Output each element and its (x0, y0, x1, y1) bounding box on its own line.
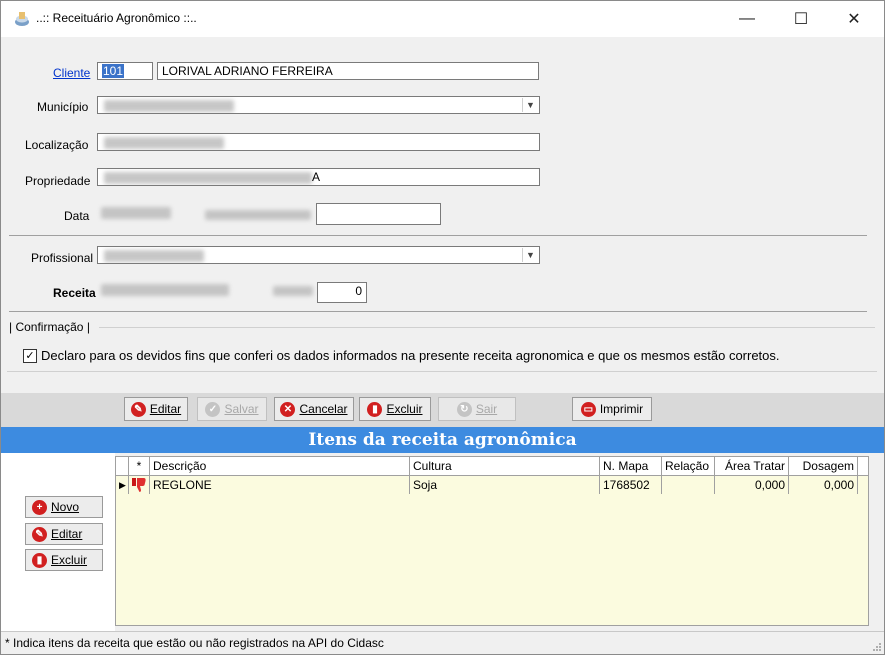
status-bar: * Indica itens da receita que estão ou n… (1, 631, 884, 654)
profissional-label: Profissional (31, 251, 94, 265)
editar-item-button[interactable]: ✎ Editar (25, 523, 103, 545)
action-toolbar: ✎ Editar ✓ Salvar ✕ Cancelar ▮ Excluir ↻… (1, 393, 884, 427)
localizacao-value-blurred (104, 137, 224, 149)
row-mapa: 1768502 (600, 476, 662, 494)
close-button[interactable]: ✕ (831, 1, 877, 37)
row-relacao (662, 476, 715, 494)
confirmacao-group-line (99, 327, 875, 328)
receita-secondary-label-blurred (273, 286, 313, 296)
grid-col-mapa[interactable]: N. Mapa (600, 457, 662, 475)
cliente-name-field[interactable]: LORIVAL ADRIANO FERREIRA (157, 62, 539, 80)
imprimir-button[interactable]: ▭ Imprimir (572, 397, 652, 421)
novo-item-button[interactable]: + Novo (25, 496, 103, 518)
exit-icon: ↻ (456, 401, 472, 417)
confirmacao-group-label: | Confirmação | (9, 320, 90, 334)
maximize-button[interactable]: ☐ (778, 1, 824, 37)
propriedade-value-blurred (104, 172, 312, 184)
grid-col-dosagem[interactable]: Dosagem (789, 457, 858, 475)
novo-label: Novo (51, 500, 80, 514)
separator-1 (9, 235, 867, 236)
municipio-label: Município (37, 100, 89, 114)
thumbs-down-icon (129, 476, 150, 494)
salvar-label: Salvar (224, 402, 259, 416)
grid-col-cultura[interactable]: Cultura (410, 457, 600, 475)
propriedade-label: Propriedade (25, 174, 91, 188)
table-row[interactable]: ▶ REGLONE Soja 1768502 0,000 0,000 (116, 476, 868, 494)
edit-pencil-icon: ✎ (32, 526, 47, 542)
data-value-blurred (101, 207, 171, 219)
sair-button[interactable]: ↻ Sair (438, 397, 516, 421)
grid-col-star[interactable]: * (129, 457, 150, 475)
plus-icon: + (32, 499, 47, 515)
excluir-button[interactable]: ▮ Excluir (359, 397, 431, 421)
separator-2 (9, 311, 867, 312)
itens-grid[interactable]: * Descrição Cultura N. Mapa Relação Área… (115, 456, 869, 626)
localizacao-field[interactable] (97, 133, 540, 151)
trash-icon: ▮ (32, 552, 47, 568)
grid-col-relacao[interactable]: Relação (662, 457, 715, 475)
imprimir-label: Imprimir (599, 402, 644, 416)
receita-number-field[interactable]: 0 (317, 282, 367, 303)
row-descricao: REGLONE (150, 476, 410, 494)
grid-indicator-header (116, 457, 129, 475)
itens-section-header: Itens da receita agronômica (1, 427, 884, 453)
editar-item-label: Editar (51, 527, 83, 541)
form-area: Cliente 101 LORIVAL ADRIANO FERREIRA Mun… (1, 37, 884, 393)
profissional-value-blurred (104, 250, 204, 262)
profissional-combo[interactable]: ▼ (97, 246, 540, 264)
data-secondary-field[interactable] (316, 203, 441, 225)
cliente-code-field[interactable]: 101 (97, 62, 153, 80)
row-area: 0,000 (715, 476, 789, 494)
app-icon (15, 12, 29, 26)
excluir-label: Excluir (386, 402, 423, 416)
salvar-button[interactable]: ✓ Salvar (197, 397, 267, 421)
receita-label: Receita (53, 286, 96, 300)
edit-pencil-icon: ✎ (130, 401, 146, 417)
editar-button[interactable]: ✎ Editar (124, 397, 188, 421)
receita-value-blurred (101, 284, 229, 296)
resize-grip-icon[interactable] (872, 642, 882, 652)
cancelar-label: Cancelar (299, 402, 348, 416)
localizacao-label: Localização (25, 138, 89, 152)
title-bar: ..:: Receituário Agronômico ::.. — ☐ ✕ (1, 1, 884, 37)
receituario-window: ..:: Receituário Agronômico ::.. — ☐ ✕ C… (0, 0, 885, 655)
municipio-dropdown-icon[interactable]: ▼ (522, 98, 538, 112)
save-check-icon: ✓ (205, 401, 221, 417)
propriedade-field[interactable]: A (97, 168, 540, 186)
row-pointer-icon: ▶ (116, 476, 129, 494)
municipio-combo[interactable]: ▼ (97, 96, 540, 114)
data-secondary-label-blurred (205, 210, 311, 220)
minimize-button[interactable]: — (724, 1, 770, 37)
editar-label: Editar (149, 402, 182, 416)
grid-header-row: * Descrição Cultura N. Mapa Relação Área… (116, 457, 868, 476)
row-dosagem: 0,000 (789, 476, 858, 494)
excluir-item-button[interactable]: ▮ Excluir (25, 549, 103, 571)
status-text: * Indica itens da receita que estão ou n… (5, 636, 384, 650)
confirmacao-group-bottom (7, 371, 877, 372)
confirmacao-text: Declaro para os devidos fins que conferi… (41, 348, 780, 363)
grid-col-area[interactable]: Área Tratar (715, 457, 789, 475)
municipio-value-blurred (104, 100, 234, 112)
window-title: ..:: Receituário Agronômico ::.. (36, 11, 197, 25)
propriedade-value-suffix: A (312, 170, 321, 184)
grid-col-descricao[interactable]: Descrição (150, 457, 410, 475)
cancelar-button[interactable]: ✕ Cancelar (274, 397, 354, 421)
excluir-item-label: Excluir (51, 553, 88, 567)
profissional-dropdown-icon[interactable]: ▼ (522, 248, 538, 262)
row-cultura: Soja (410, 476, 600, 494)
sair-label: Sair (475, 402, 498, 416)
trash-icon: ▮ (367, 401, 383, 417)
data-label: Data (64, 209, 90, 223)
itens-side-panel: + Novo ✎ Editar ▮ Excluir (1, 453, 115, 631)
cliente-link[interactable]: Cliente (53, 66, 90, 80)
cliente-code-value: 101 (102, 64, 125, 78)
cancel-x-icon: ✕ (280, 401, 296, 417)
printer-icon: ▭ (580, 401, 596, 417)
confirmacao-checkbox[interactable]: ✓ (23, 349, 37, 363)
